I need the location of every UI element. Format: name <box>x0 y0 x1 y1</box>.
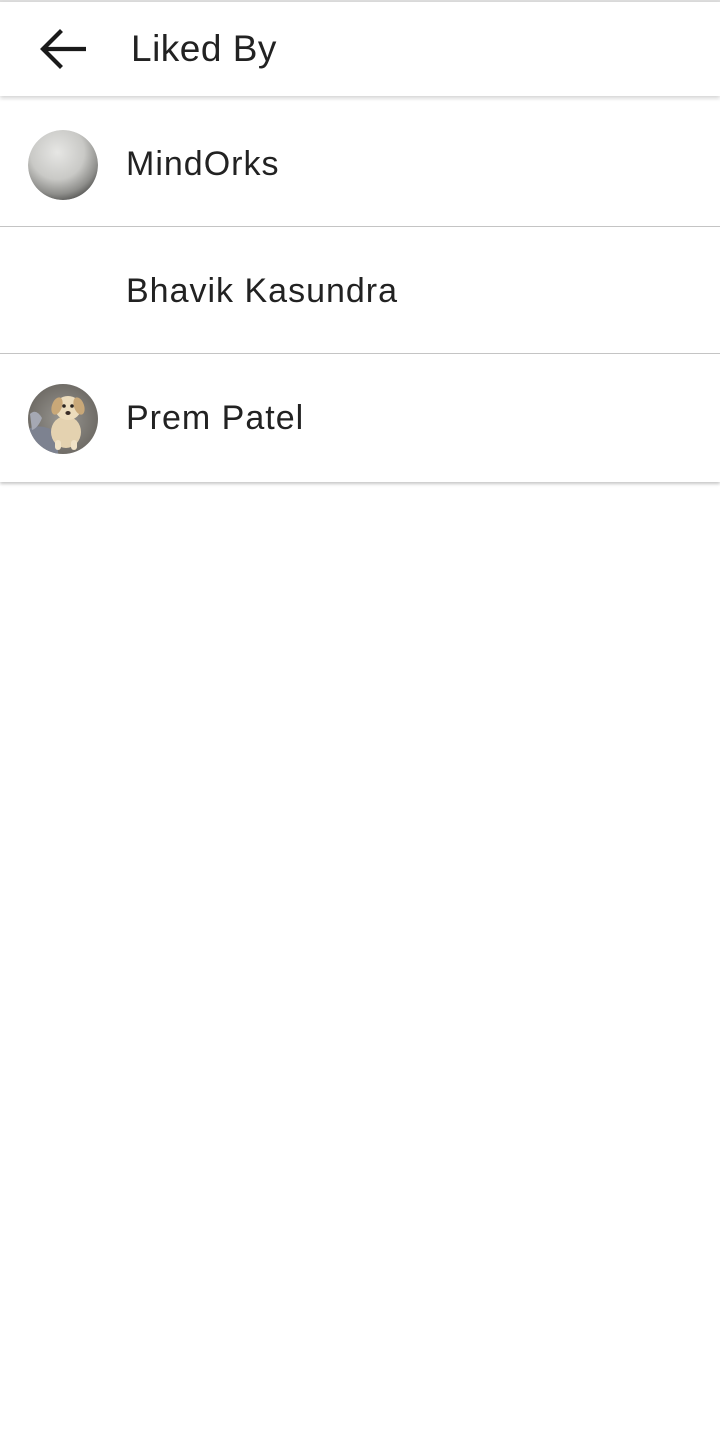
avatar <box>28 130 98 200</box>
puppy-photo-avatar-icon <box>28 384 98 454</box>
page-title: Liked By <box>131 28 277 69</box>
user-name: Prem Patel <box>126 399 305 437</box>
list-item[interactable]: MindOrks <box>0 100 720 227</box>
user-name: MindOrks <box>126 145 280 183</box>
list-item[interactable]: Prem Patel <box>0 354 720 482</box>
back-button[interactable] <box>22 16 102 82</box>
user-name: Bhavik Kasundra <box>126 272 399 310</box>
liked-by-list: MindOrks Bhavik Kasundra Prem Patel <box>0 100 720 482</box>
app-bar: Liked By <box>0 2 720 96</box>
list-item[interactable]: Bhavik Kasundra <box>0 227 720 354</box>
grey-sphere-avatar-icon <box>28 130 98 200</box>
arrow-back-icon <box>40 29 86 69</box>
avatar <box>28 384 98 454</box>
